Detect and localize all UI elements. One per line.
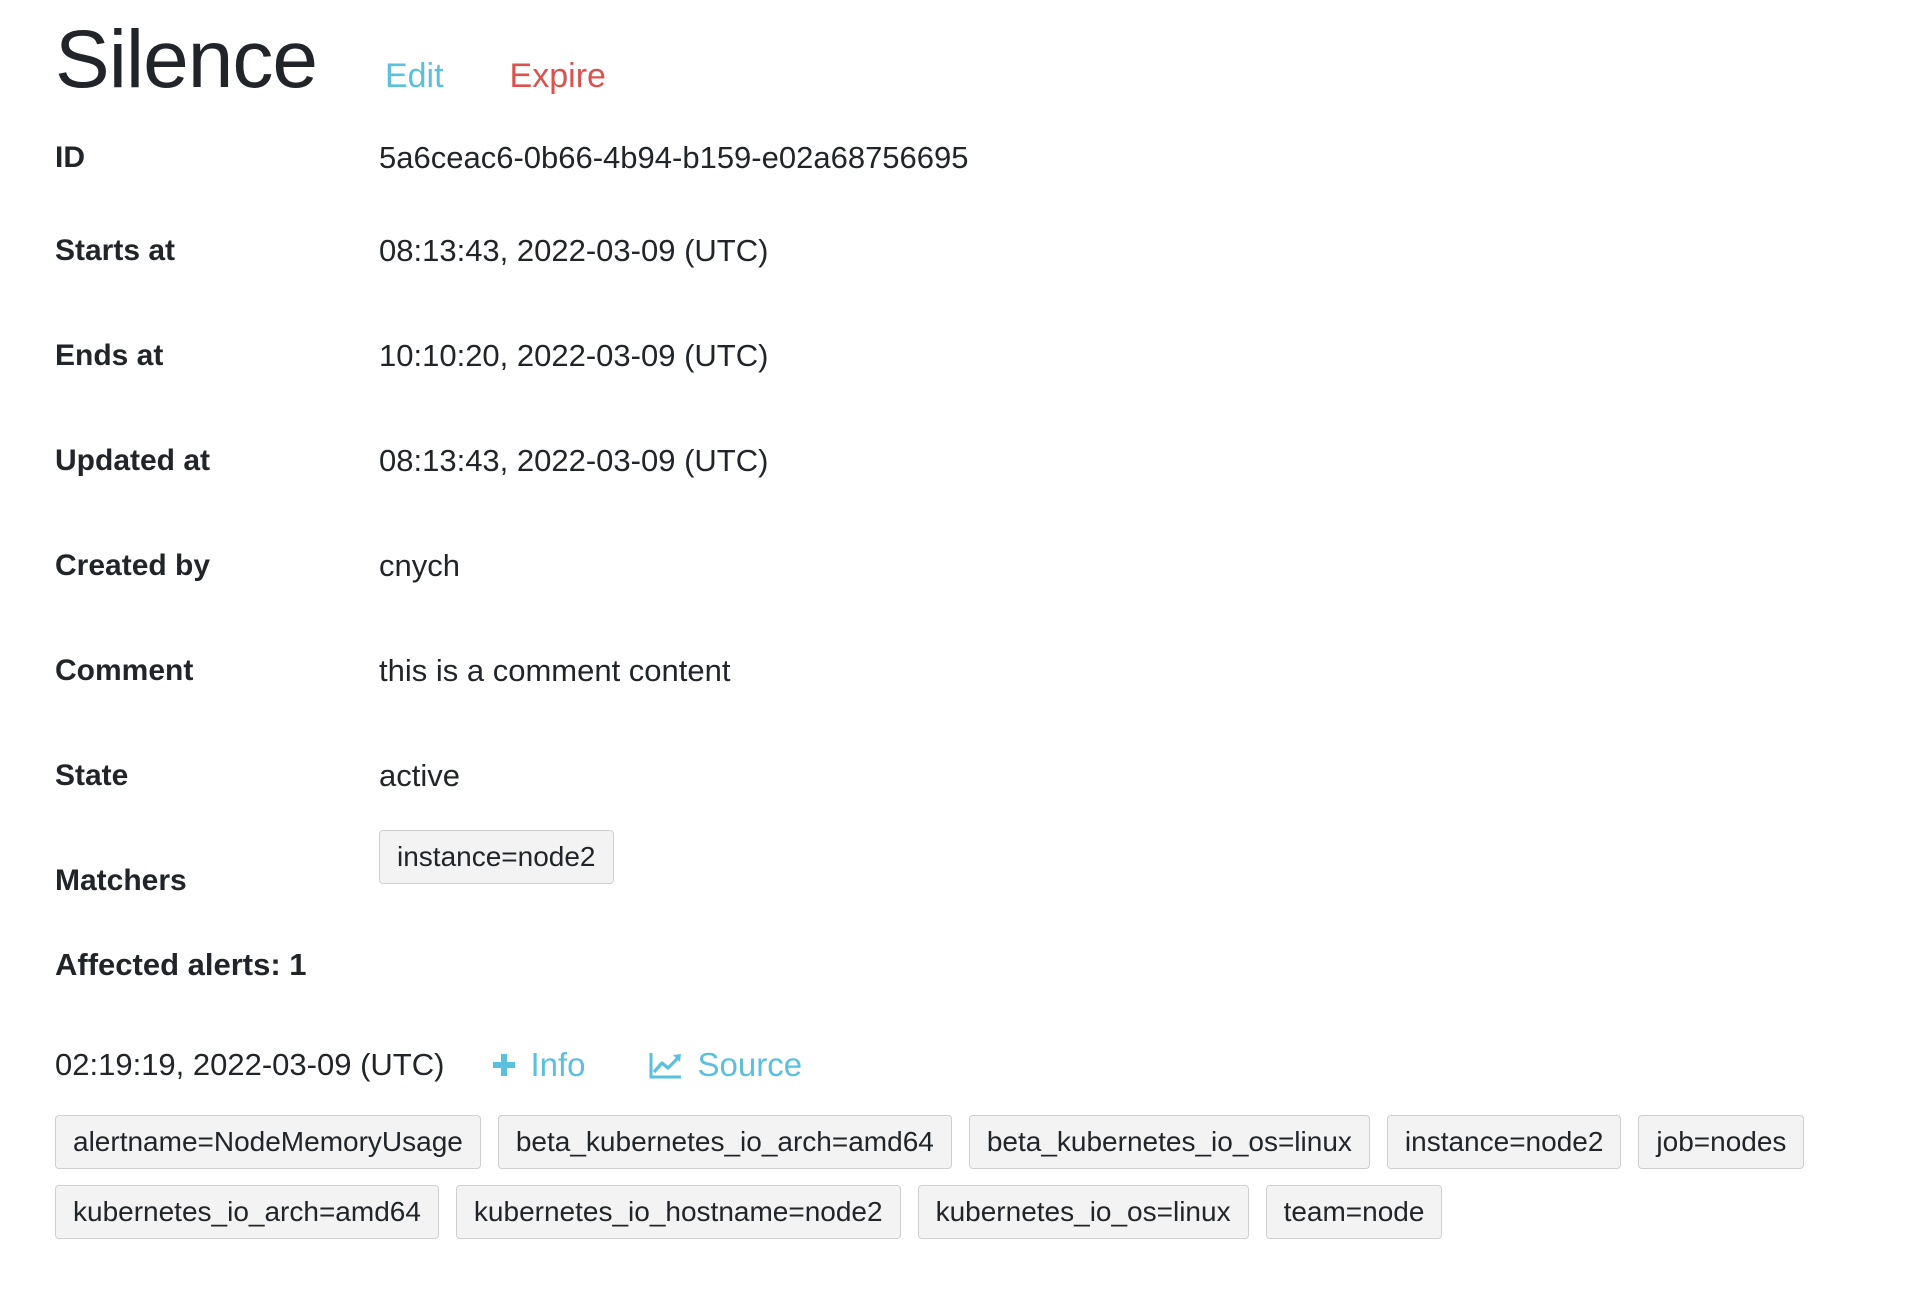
alert-label-tag[interactable]: beta_kubernetes_io_os=linux [968,1115,1370,1169]
expire-link[interactable]: Expire [510,57,606,96]
detail-label: ID [55,141,85,174]
line-chart-icon [649,1053,682,1079]
edit-link[interactable]: Edit [385,57,444,96]
alert-labels-row: kubernetes_io_arch=amd64 kubernetes_io_h… [55,1185,1905,1239]
alert-label-tag[interactable]: team=node [1265,1185,1443,1239]
matchers-list: instance=node2 [379,828,614,884]
detail-row-id: ID 5a6ceac6-0b66-4b94-b159-e02a68756695 [55,118,1905,198]
detail-row-comment: Comment this is a comment content [55,618,1905,723]
alert-label-tag[interactable]: kubernetes_io_os=linux [917,1185,1249,1239]
detail-row-updated-at: Updated at 08:13:43, 2022-03-09 (UTC) [55,408,1905,513]
detail-value: 10:10:20, 2022-03-09 (UTC) [379,337,769,373]
source-button[interactable]: Source [649,1046,802,1084]
detail-value: this is a comment content [379,652,731,688]
alert-label-tag[interactable]: job=nodes [1638,1115,1805,1169]
plus-icon [493,1054,516,1076]
alert-label-tag[interactable]: kubernetes_io_arch=amd64 [55,1185,439,1239]
detail-value: 08:13:43, 2022-03-09 (UTC) [379,232,769,268]
silence-header: Silence Edit Expire [55,0,1905,120]
affected-alert: 02:19:19, 2022-03-09 (UTC) Info Source [55,1035,1905,1095]
detail-value: cnych [379,547,460,583]
alert-label-tag[interactable]: beta_kubernetes_io_arch=amd64 [497,1115,952,1169]
silence-page: Silence Edit Expire ID 5a6ceac6-0b66-4b9… [55,0,1905,1255]
detail-row-matchers: Matchers instance=node2 [55,828,1905,928]
info-button[interactable]: Info [492,1046,585,1084]
detail-value: 08:13:43, 2022-03-09 (UTC) [379,442,769,478]
detail-value: active [379,757,460,793]
detail-label: Created by [55,548,211,582]
alert-label-tag[interactable]: alertname=NodeMemoryUsage [55,1115,481,1169]
alert-labels-row: alertname=NodeMemoryUsage beta_kubernete… [55,1115,1905,1169]
detail-label: State [55,758,129,792]
page-title: Silence [55,14,318,105]
affected-alerts-heading: Affected alerts: 1 [55,947,307,982]
info-label: Info [530,1046,586,1083]
detail-label: Ends at [55,338,164,372]
detail-label: Matchers [55,864,187,897]
detail-value: 5a6ceac6-0b66-4b94-b159-e02a68756695 [379,140,969,175]
detail-row-state: State active [55,723,1905,828]
alert-label-tag[interactable]: kubernetes_io_hostname=node2 [455,1185,901,1239]
detail-row-ends-at: Ends at 10:10:20, 2022-03-09 (UTC) [55,303,1905,408]
detail-label: Comment [55,653,194,687]
alert-start-time: 02:19:19, 2022-03-09 (UTC) [55,1047,445,1082]
alert-labels: alertname=NodeMemoryUsage beta_kubernete… [55,1115,1905,1239]
matcher-tag[interactable]: instance=node2 [379,830,614,884]
detail-label: Updated at [55,443,211,477]
source-label: Source [697,1046,803,1083]
detail-label: Starts at [55,233,176,267]
alert-label-tag[interactable]: instance=node2 [1386,1115,1622,1169]
detail-row-starts-at: Starts at 08:13:43, 2022-03-09 (UTC) [55,198,1905,303]
detail-row-created-by: Created by cnych [55,513,1905,618]
